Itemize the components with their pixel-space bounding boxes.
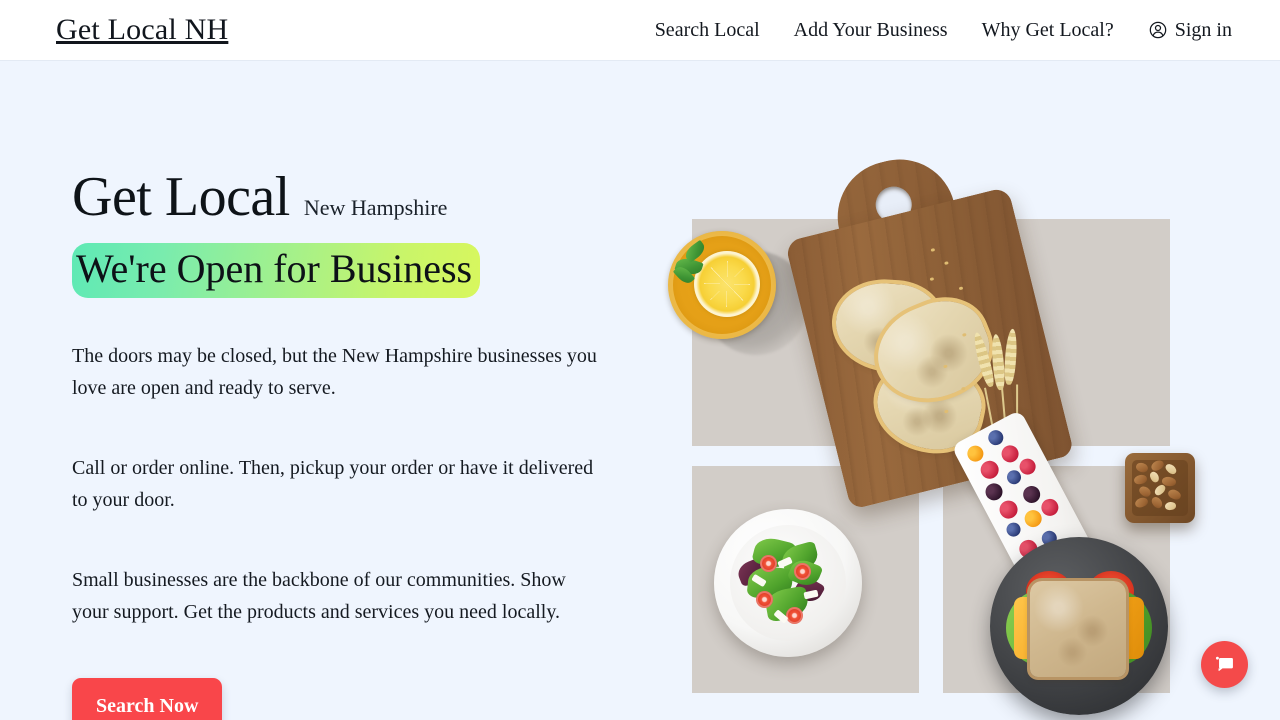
mint-sprig: [672, 239, 714, 287]
nav-add-your-business[interactable]: Add Your Business: [794, 20, 948, 40]
hero-headline-main: Get Local: [72, 166, 290, 228]
garden-salad-bowl: [714, 509, 862, 657]
salad-greens: [734, 533, 838, 633]
brand-logo[interactable]: Get Local NH: [56, 15, 228, 45]
hero-image-collage: [660, 141, 1220, 715]
sandwich-plate: [990, 537, 1168, 715]
lemon-iced-tea-glass: [668, 231, 808, 355]
chat-launcher[interactable]: [1201, 641, 1248, 688]
hero-headline-highlight-wrap: We're Open for Business: [72, 242, 481, 298]
hero-paragraph-1: The doors may be closed, but the New Ham…: [72, 344, 597, 399]
main-navigation: Search Local Add Your Business Why Get L…: [655, 20, 1232, 40]
hero-copy: Get Local New Hampshire We're Open for B…: [72, 168, 632, 720]
site-header: Get Local NH Search Local Add Your Busin…: [0, 0, 1280, 61]
account-circle-icon: [1148, 20, 1168, 40]
search-now-button[interactable]: Search Now: [72, 677, 223, 720]
glass-body: [668, 231, 776, 339]
hero-paragraph-2: Call or order online. Then, pickup your …: [72, 456, 594, 511]
nuts-bowl-inner: [1132, 460, 1188, 516]
chat-bubble-icon: [1213, 653, 1236, 676]
hero-paragraph-3: Small businesses are the backbone of our…: [72, 568, 566, 623]
sign-in-link[interactable]: Sign in: [1148, 20, 1232, 40]
hero-headline-highlight: We're Open for Business: [72, 242, 481, 298]
cutting-board-bread: [771, 134, 1110, 614]
hero-paragraphs: The doors may be closed, but the New Ham…: [72, 340, 632, 628]
hero-cta-wrap: Search Now: [72, 677, 632, 720]
hero-headline: Get Local New Hampshire: [72, 168, 632, 227]
hero-headline-subtitle: New Hampshire: [303, 195, 448, 220]
bread-slice: [1030, 581, 1126, 677]
hero-section: Get Local New Hampshire We're Open for B…: [0, 61, 1280, 720]
nuts-bowl: [1125, 453, 1195, 523]
nav-search-local[interactable]: Search Local: [655, 20, 760, 40]
sign-in-label: Sign in: [1174, 19, 1232, 41]
nav-why-get-local[interactable]: Why Get Local?: [982, 20, 1114, 40]
